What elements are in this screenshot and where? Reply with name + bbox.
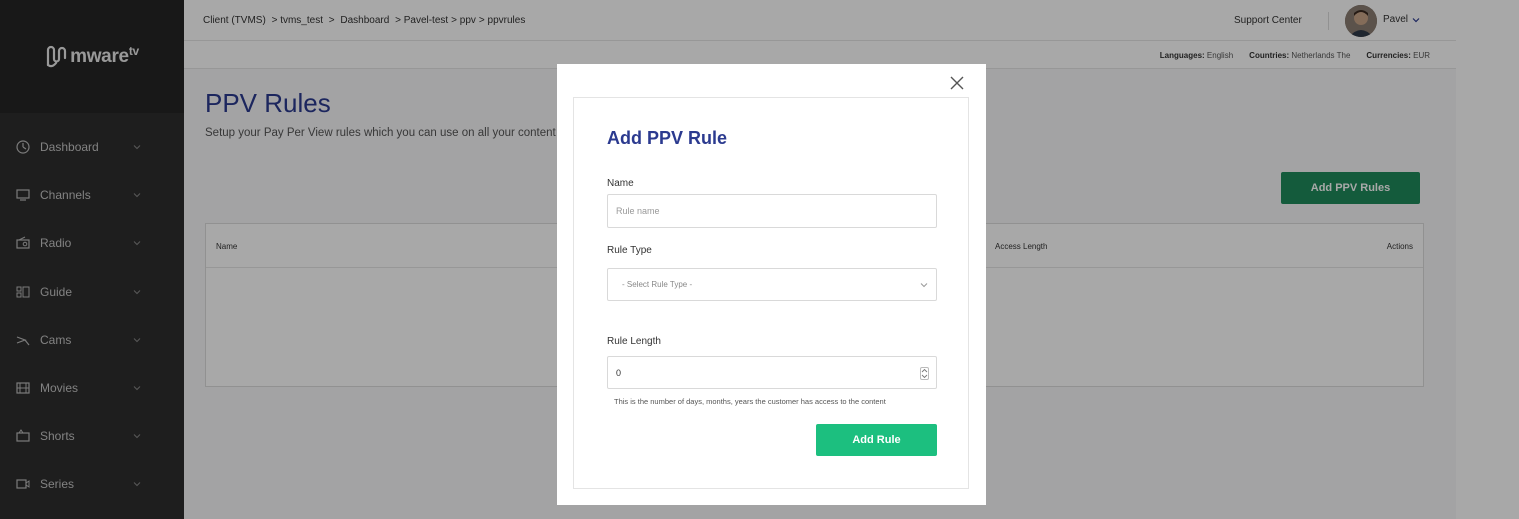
rule-length-value: 0	[616, 367, 622, 378]
rule-type-select[interactable]: - Select Rule Type -	[607, 268, 937, 301]
rule-name-input[interactable]: Rule name	[607, 194, 937, 228]
name-label: Name	[607, 178, 634, 189]
rule-type-label: Rule Type	[607, 245, 652, 256]
close-icon[interactable]	[950, 76, 964, 90]
rule-length-help: This is the number of days, months, year…	[614, 397, 886, 406]
stepper-arrows-icon	[921, 368, 928, 379]
chevron-down-icon	[920, 283, 928, 288]
modal-title: Add PPV Rule	[607, 128, 728, 148]
rule-length-input[interactable]: 0	[607, 356, 937, 389]
rule-type-selected-value: - Select Rule Type -	[622, 280, 693, 289]
modal-form: Add PPV Rule Name Rule name Rule Type - …	[573, 97, 969, 489]
number-stepper[interactable]	[920, 367, 929, 380]
add-ppv-rule-modal: Add PPV Rule Name Rule name Rule Type - …	[557, 64, 986, 505]
add-rule-button[interactable]: Add Rule	[816, 424, 937, 456]
rule-length-label: Rule Length	[607, 336, 661, 347]
